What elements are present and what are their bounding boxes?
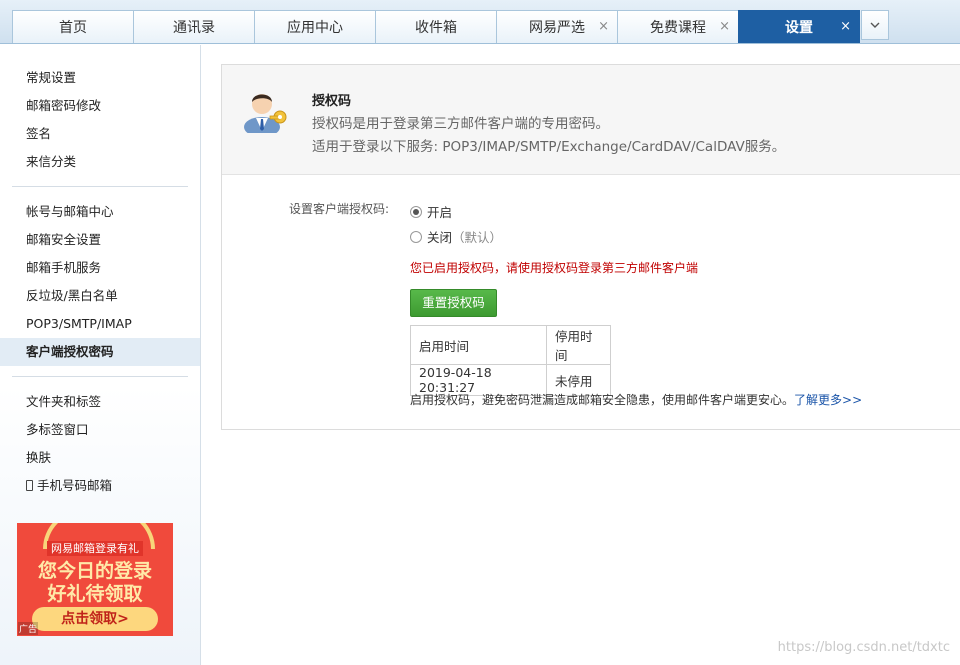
tab-yanxuan[interactable]: 网易严选 × bbox=[496, 10, 618, 43]
ad-claim-button[interactable]: 点击领取> bbox=[32, 607, 158, 631]
phone-icon bbox=[26, 480, 33, 491]
learn-more-link[interactable]: 了解更多>> bbox=[794, 393, 862, 407]
panel-services: 适用于登录以下服务: POP3/IMAP/SMTP/Exchange/CardD… bbox=[312, 139, 786, 155]
sidebar-item-account-center[interactable]: 帐号与邮箱中心 bbox=[0, 198, 200, 226]
table-header: 停用时间 bbox=[546, 325, 611, 365]
ad-line2: 好礼待领取 bbox=[47, 583, 143, 605]
security-tip: 启用授权码，避免密码泄漏造成邮箱安全隐患，使用邮件客户端更安心。了解更多>> bbox=[410, 393, 863, 407]
sidebar-item-skin[interactable]: 换肤 bbox=[0, 444, 200, 472]
tab-free-courses[interactable]: 免费课程 × bbox=[617, 10, 739, 43]
tab-contacts[interactable]: 通讯录 bbox=[133, 10, 255, 43]
tab-more-button[interactable] bbox=[861, 10, 889, 40]
sidebar-item-phone-mail[interactable]: 手机号码邮箱 bbox=[0, 472, 200, 500]
chevron-down-icon bbox=[870, 22, 880, 28]
sidebar-item-client-auth[interactable]: 客户端授权密码 bbox=[0, 338, 200, 366]
table-header-row: 启用时间 停用时间 bbox=[410, 325, 611, 365]
auth-time-table: 启用时间 停用时间 2019-04-18 20:31:27 未停用 bbox=[410, 325, 611, 396]
auth-setting-label: 设置客户端授权码: bbox=[289, 202, 390, 216]
sidebar-item-multitab[interactable]: 多标签窗口 bbox=[0, 416, 200, 444]
sidebar-item-password[interactable]: 邮箱密码修改 bbox=[0, 92, 200, 120]
tab-settings[interactable]: 设置 × bbox=[738, 10, 860, 43]
auth-code-panel: 授权码 授权码是用于登录第三方邮件客户端的专用密码。 适用于登录以下服务: PO… bbox=[221, 64, 960, 430]
close-icon[interactable]: × bbox=[840, 19, 851, 34]
panel-title: 授权码 bbox=[312, 94, 352, 109]
tab-list: 首页 通讯录 应用中心 收件箱 网易严选 × 免费课程 × 设置 × bbox=[12, 10, 889, 43]
tab-bar: 首页 通讯录 应用中心 收件箱 网易严选 × 免费课程 × 设置 × bbox=[0, 0, 960, 44]
enabled-notice: 您已启用授权码，请使用授权码登录第三方邮件客户端 bbox=[410, 261, 699, 275]
sidebar-item-signature[interactable]: 签名 bbox=[0, 120, 200, 148]
table-header: 启用时间 bbox=[410, 325, 547, 365]
radio-enable[interactable]: 开启 bbox=[410, 202, 452, 221]
panel-description: 授权码是用于登录第三方邮件客户端的专用密码。 bbox=[312, 116, 609, 132]
ad-tag: 广告 bbox=[18, 622, 39, 635]
sidebar-group-account: 帐号与邮箱中心 邮箱安全设置 邮箱手机服务 反垃圾/黑白名单 POP3/SMTP… bbox=[0, 187, 200, 366]
tab-inbox[interactable]: 收件箱 bbox=[375, 10, 497, 43]
sidebar-item-antispam[interactable]: 反垃圾/黑白名单 bbox=[0, 282, 200, 310]
user-key-icon bbox=[244, 94, 287, 133]
sidebar-item-general[interactable]: 常规设置 bbox=[0, 64, 200, 92]
ad-top-text: 网易邮箱登录有礼 bbox=[47, 541, 143, 556]
promo-ad[interactable]: 网易邮箱登录有礼 您今日的登录 好礼待领取 点击领取> 广告 bbox=[17, 523, 173, 636]
reset-auth-code-button[interactable]: 重置授权码 bbox=[410, 289, 497, 317]
sidebar-item-pop3[interactable]: POP3/SMTP/IMAP bbox=[0, 310, 200, 338]
sidebar-item-mobile-service[interactable]: 邮箱手机服务 bbox=[0, 254, 200, 282]
close-icon[interactable]: × bbox=[598, 19, 609, 34]
settings-sidebar: 常规设置 邮箱密码修改 签名 来信分类 帐号与邮箱中心 邮箱安全设置 邮箱手机服… bbox=[0, 45, 201, 665]
sidebar-item-folders[interactable]: 文件夹和标签 bbox=[0, 388, 200, 416]
close-icon[interactable]: × bbox=[719, 19, 730, 34]
panel-header: 授权码 授权码是用于登录第三方邮件客户端的专用密码。 适用于登录以下服务: PO… bbox=[222, 65, 960, 175]
sidebar-item-mail-rules[interactable]: 来信分类 bbox=[0, 148, 200, 176]
radio-disable-dot[interactable] bbox=[410, 230, 422, 243]
sidebar-group-misc: 文件夹和标签 多标签窗口 换肤 手机号码邮箱 bbox=[0, 377, 200, 500]
radio-enable-dot[interactable] bbox=[410, 205, 422, 218]
watermark: https://blog.csdn.net/tdxtc bbox=[777, 640, 950, 655]
sidebar-group-general: 常规设置 邮箱密码修改 签名 来信分类 bbox=[0, 45, 200, 176]
radio-disable[interactable]: 关闭 （默认） bbox=[410, 227, 502, 246]
tab-app-center[interactable]: 应用中心 bbox=[254, 10, 376, 43]
tab-home[interactable]: 首页 bbox=[12, 10, 134, 43]
sidebar-item-security[interactable]: 邮箱安全设置 bbox=[0, 226, 200, 254]
